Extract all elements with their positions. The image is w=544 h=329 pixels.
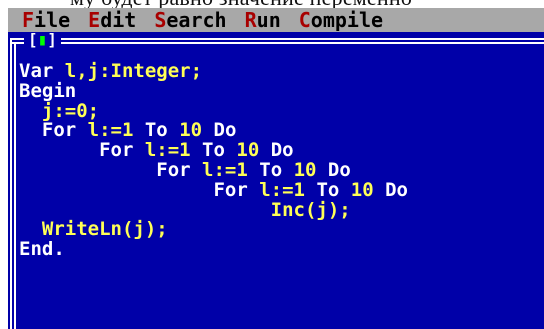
- menu-file-hotkey: F: [22, 8, 35, 32]
- window-close-button[interactable]: [▮]: [24, 32, 61, 48]
- menu-run-hotkey: R: [244, 8, 257, 32]
- code-keyword: For: [213, 178, 260, 201]
- menu-search[interactable]: Search: [154, 8, 226, 32]
- code-keyword: Do: [259, 139, 294, 162]
- code-keyword: Begin: [19, 79, 77, 102]
- code-line: WriteLn(j);: [19, 218, 408, 241]
- top-text-fragment: му будет равно значение переменно: [0, 0, 544, 8]
- code-token: 10: [350, 178, 374, 201]
- code-token: 10: [236, 139, 260, 162]
- code-token: l:=1: [259, 178, 305, 201]
- code-token: l:=1: [87, 119, 134, 142]
- window-frame-top-outer: [10, 38, 544, 40]
- code-keyword: For: [41, 119, 88, 142]
- menu-edit[interactable]: Edit: [88, 8, 136, 32]
- code-token: 10: [293, 158, 317, 181]
- code-keyword: For: [156, 158, 203, 181]
- close-box-right-bracket: ]: [47, 30, 57, 49]
- code-token: l:=1: [144, 139, 191, 162]
- code-keyword: To: [305, 178, 351, 201]
- menu-edit-label: dit: [100, 8, 137, 32]
- menu-edit-hotkey: E: [88, 8, 101, 32]
- menu-bar: File Edit Search Run Compile: [8, 8, 544, 32]
- code-keyword: To: [133, 119, 180, 142]
- menu-compile-label: ompile: [310, 8, 384, 32]
- menu-compile[interactable]: Compile: [299, 8, 383, 32]
- code-token: l,j:Integer;: [53, 60, 203, 82]
- code-keyword: End.: [19, 238, 65, 261]
- menu-file[interactable]: File: [22, 8, 70, 32]
- code-keyword: Do: [373, 178, 408, 201]
- code-keyword: Do: [202, 119, 237, 142]
- editor-window[interactable]: [▮] Var l,j:Integer; Begin j:=0; For l:=1…: [8, 32, 544, 329]
- window-frame-left-inner: [14, 42, 16, 329]
- code-token: 10: [179, 119, 203, 142]
- menu-compile-hotkey: C: [298, 8, 311, 32]
- code-line: End.: [19, 238, 408, 261]
- code-line: Var l,j:Integer;: [19, 60, 408, 82]
- close-box-left-bracket: [: [28, 30, 38, 49]
- close-box-icon: ▮: [37, 30, 48, 49]
- turbo-pascal-screen: File Edit Search Run Compile [▮] Var l,j…: [8, 8, 544, 329]
- code-editor-text[interactable]: Var l,j:Integer; Begin j:=0; For l:=1 To …: [19, 60, 408, 261]
- code-token: j:=0;: [41, 99, 100, 122]
- code-token: Inc(j);: [270, 198, 351, 221]
- code-token: l:=1: [202, 158, 248, 181]
- code-keyword: For: [99, 139, 145, 162]
- menu-file-label: ile: [34, 8, 71, 32]
- window-frame-left-outer: [10, 38, 12, 329]
- menu-run-label: un: [256, 8, 281, 32]
- code-keyword: Do: [316, 158, 351, 181]
- menu-run[interactable]: Run: [245, 8, 281, 32]
- code-keyword: Var: [19, 60, 54, 82]
- menu-search-hotkey: S: [154, 8, 167, 32]
- code-keyword: To: [190, 139, 237, 162]
- code-token: WriteLn(j);: [41, 218, 168, 241]
- window-frame-top-inner: [10, 42, 544, 44]
- code-keyword: To: [247, 158, 294, 181]
- menu-search-label: earch: [166, 8, 227, 32]
